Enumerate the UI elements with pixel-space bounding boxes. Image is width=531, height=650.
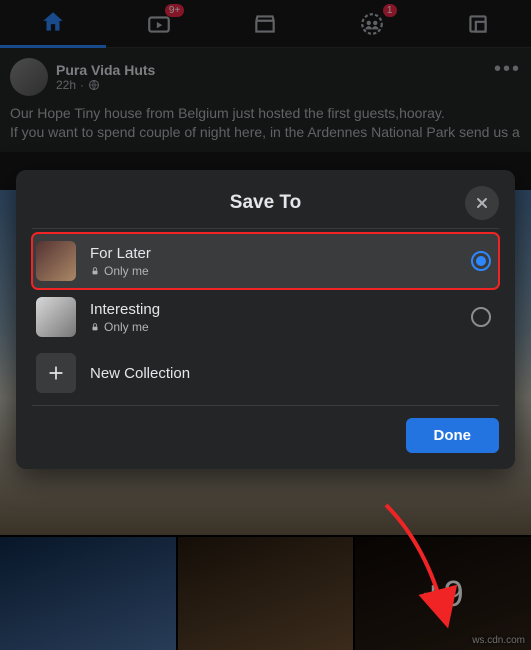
close-button[interactable] <box>465 186 499 220</box>
plus-icon <box>46 363 66 383</box>
close-icon <box>474 195 490 211</box>
new-collection-button[interactable]: New Collection <box>32 345 499 401</box>
collection-privacy: Only me <box>90 264 151 278</box>
collection-name: For Later <box>90 245 151 262</box>
collection-list: For Later Only me Interesting Only me <box>32 228 499 406</box>
new-collection-label: New Collection <box>90 365 190 382</box>
new-collection-thumb <box>36 353 76 393</box>
collection-thumb <box>36 297 76 337</box>
collection-item-interesting[interactable]: Interesting Only me <box>32 289 499 345</box>
collection-item-for-later[interactable]: For Later Only me <box>32 233 499 289</box>
done-button[interactable]: Done <box>406 418 500 453</box>
collection-thumb <box>36 241 76 281</box>
radio-selected[interactable] <box>471 251 491 271</box>
modal-title: Save To <box>230 192 301 214</box>
lock-icon <box>90 322 100 332</box>
collection-name: Interesting <box>90 301 160 318</box>
save-to-modal: Save To For Later Only me Interesting <box>16 170 515 469</box>
lock-icon <box>90 266 100 276</box>
radio-unselected[interactable] <box>471 307 491 327</box>
collection-privacy: Only me <box>90 320 160 334</box>
